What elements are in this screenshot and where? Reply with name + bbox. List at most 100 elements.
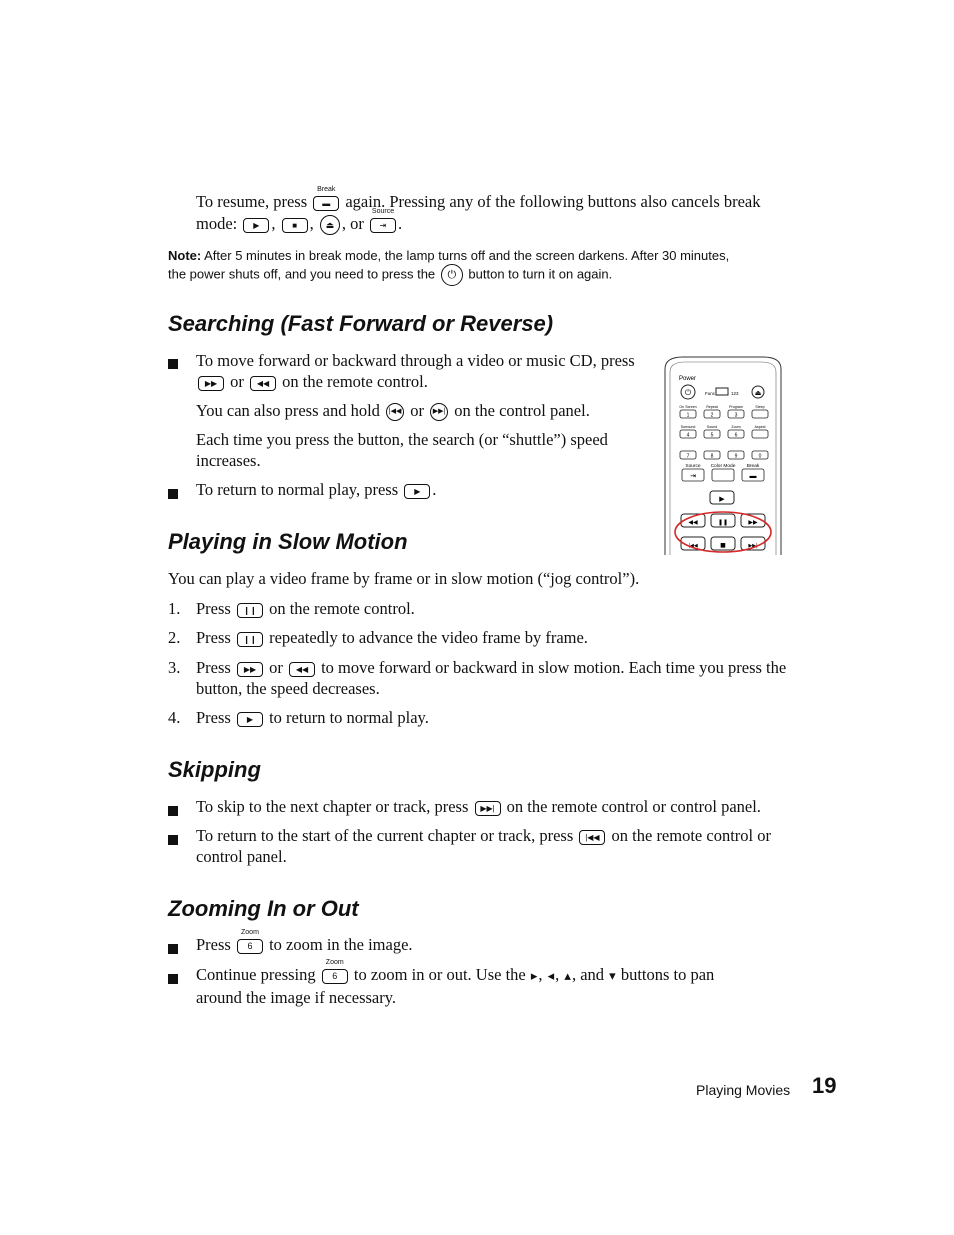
heading-slow-motion: Playing in Slow Motion — [168, 529, 408, 554]
break-button: Break ▬ — [313, 186, 340, 211]
play-icon: ▶ — [414, 486, 421, 496]
text: Continue pressing — [196, 965, 316, 984]
sep: , or — [341, 214, 364, 233]
skip-back-icon: |◀◀ — [585, 832, 600, 842]
rewind-icon: ◀◀ — [256, 378, 270, 388]
text: on the remote control. — [269, 599, 415, 618]
text: buttons to pan — [620, 965, 715, 984]
remote-source-icon: ⇥ — [690, 473, 696, 480]
ff-button: ▶▶ — [236, 661, 263, 677]
pause-button: ❙❙ — [236, 602, 263, 618]
zooming-bullet-1: Press Zoom 6 to zoom in the image. — [196, 929, 796, 955]
text: to zoom in the image. — [269, 935, 413, 954]
sep: , — [538, 965, 543, 984]
note-text: the power shuts off, and you need to pre… — [168, 266, 436, 282]
text: Press — [196, 599, 231, 618]
remote-key-number: 8 — [711, 454, 714, 460]
remote-eject-icon: ⏏ — [755, 389, 762, 397]
sep: , — [309, 214, 314, 233]
zoom-button: Zoom 6 — [321, 959, 348, 984]
remote-func-label: Func — [705, 391, 716, 396]
text: To return to normal play, press — [196, 480, 399, 499]
remote-key-label: Color Mode — [711, 463, 736, 469]
remote-key-number: 5 — [711, 433, 714, 439]
text: on the remote control or — [611, 826, 771, 845]
text: To skip to the next chapter or track, pr… — [196, 797, 469, 816]
note-text: button to turn it on again. — [468, 266, 613, 282]
remote-key-label: Sound — [707, 425, 717, 429]
remote-rew-icon: ◀◀ — [688, 519, 698, 526]
ff-button: ▶▶ — [198, 375, 224, 391]
text: to return to normal play. — [269, 708, 429, 727]
play-button: ▶ — [404, 483, 431, 499]
sep: . — [398, 214, 403, 233]
remote-power-label: Power — [679, 376, 696, 382]
text: . — [432, 480, 437, 499]
intro-text: again. Pressing any of the following but… — [345, 192, 761, 211]
text: Press — [196, 658, 231, 677]
fast-forward-icon: ▶▶ — [243, 664, 257, 674]
bullet — [168, 354, 178, 373]
text: on the remote control or control panel. — [506, 797, 761, 816]
zooming-bullet-2: Continue pressing Zoom 6 to zoom in or ou… — [196, 959, 796, 1008]
remote-ff-icon: ▶▶ — [748, 519, 758, 526]
slow-step-4: 4. Press ▶ to return to normal play. — [168, 707, 788, 728]
text: Press — [196, 628, 231, 647]
text: To return to the start of the current ch… — [196, 826, 574, 845]
remote-key-number: 4 — [687, 433, 690, 439]
up-arrow-icon: ▴ — [564, 968, 571, 984]
remote-key-label: Surround — [681, 425, 696, 429]
next-button: ▶▶| — [474, 800, 501, 816]
bullet-square — [168, 835, 178, 845]
searching-para-1: You can also press and hold |◀◀ or ▶▶| o… — [196, 400, 656, 422]
remote-key-label: Source — [685, 463, 701, 469]
searching-para-2: Each time you press the button, the sear… — [196, 429, 656, 471]
step-number: 3. — [168, 658, 181, 677]
panel-next-button: ▶▶| — [430, 403, 449, 422]
remote-key-label: Break — [747, 463, 760, 469]
remote-key-number: 3 — [735, 413, 738, 419]
skip-forward-icon: ▶▶| — [432, 408, 446, 416]
eject-button: ⏏ — [319, 215, 340, 236]
text: Press — [196, 708, 231, 727]
step-number: 2. — [168, 628, 181, 647]
text: around the image if necessary. — [196, 987, 397, 1007]
play-button: ▶ — [243, 217, 270, 233]
slow-step-3: 3. Press ▶▶ or ◀◀ to move forward or back… — [168, 657, 788, 699]
bullet — [168, 969, 178, 988]
slow-step-1: 1. Press ❙❙ on the remote control. — [168, 598, 788, 619]
skipping-bullet-1: To skip to the next chapter or track, pr… — [196, 796, 796, 817]
stop-button: ■ — [281, 217, 308, 233]
remote-key-label: Aspect — [755, 425, 766, 429]
pause-icon: ❙❙ — [243, 634, 257, 644]
text: on the remote control. — [282, 372, 428, 391]
text: repeatedly to advance the video frame by… — [269, 628, 588, 647]
left-arrow-icon: ◂ — [547, 968, 555, 984]
prev-button: |◀◀ — [579, 829, 606, 845]
power-button: ⏻ — [440, 264, 463, 286]
zoom-key: 6 — [332, 970, 338, 981]
footer-section: Playing Movies — [696, 1082, 791, 1098]
heading-skipping: Skipping — [168, 757, 261, 782]
heading-searching: Searching (Fast Forward or Reverse) — [168, 311, 554, 336]
remote-key-number: 9 — [735, 454, 738, 460]
pause-button: ❙❙ — [236, 631, 263, 647]
heading-zooming: Zooming In or Out — [168, 896, 359, 921]
sep: , — [271, 214, 276, 233]
fast-forward-icon: ▶▶ — [204, 378, 218, 388]
text: Each time you press the button, the sear… — [196, 430, 608, 449]
remote-123-label: 123 — [731, 391, 739, 396]
zoom-label: Zoom — [241, 928, 259, 936]
rewind-icon: ◀◀ — [295, 664, 309, 674]
remote-key-number: 2 — [711, 413, 714, 419]
intro-text: To resume, press — [196, 192, 308, 211]
source-button: Source ⇥ — [370, 208, 396, 233]
skipping-bullet-2: To return to the start of the current ch… — [196, 825, 796, 867]
intro-text: mode: — [196, 214, 238, 233]
sep: , and — [571, 965, 605, 984]
source-icon: ⇥ — [379, 220, 387, 230]
break-icon: ▬ — [322, 198, 331, 208]
remote-power-icon: ⏻ — [685, 388, 692, 397]
slow-intro: You can play a video frame by frame or i… — [168, 569, 640, 588]
remote-key-label: On Screen — [679, 405, 696, 409]
